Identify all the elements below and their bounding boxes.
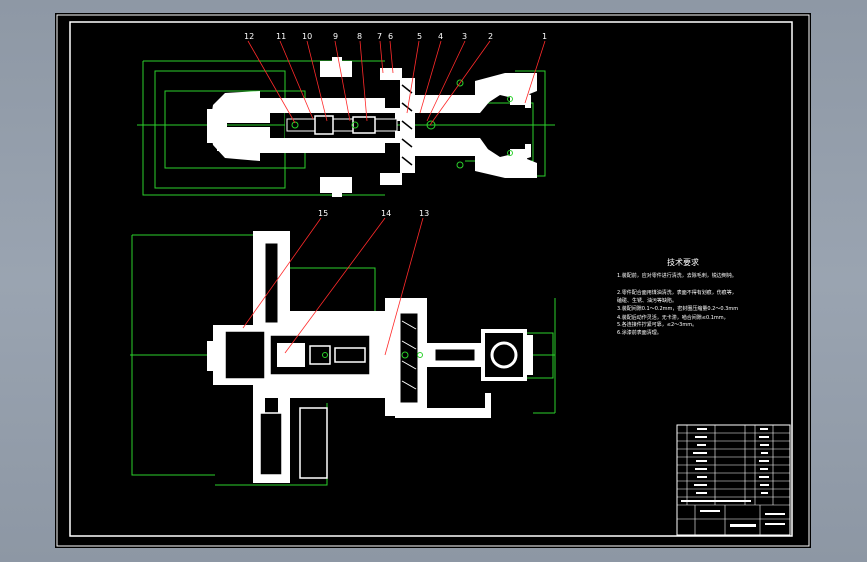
tech-req-line-1: 1.装配前，应对零件进行清洗，去除毛刺，锐边倒钝。 <box>617 272 737 279</box>
cad-drawing: 12 11 10 9 8 7 6 5 4 3 2 1 15 14 13 技术要求… <box>56 14 810 547</box>
tech-req-line-3: 磕碰、生锈、油污等缺陷。 <box>617 297 677 304</box>
tech-req-line-5: 4.装配后动作灵活，无卡滞，啮合间隙≤0.1mm， <box>617 314 729 321</box>
drawing-sheet: 12 11 10 9 8 7 6 5 4 3 2 1 15 14 13 技术要求… <box>55 13 811 548</box>
bottom-assembly-view <box>130 217 556 486</box>
callout-8: 8 <box>357 32 362 41</box>
tech-req-title: 技术要求 <box>667 257 699 267</box>
title-block <box>676 424 791 536</box>
technical-requirements: 技术要求 1.装配前，应对零件进行清洗，去除毛刺，锐边倒钝。 2.零件配合面用煤… <box>617 257 738 336</box>
callout-12: 12 <box>244 32 254 41</box>
callout-11: 11 <box>276 32 286 41</box>
callout-13: 13 <box>419 209 429 218</box>
tech-req-line-6: 5.各连接件拧紧可靠，≤2～3mm。 <box>617 321 697 328</box>
callout-2: 2 <box>488 32 493 41</box>
callout-7: 7 <box>377 32 382 41</box>
callout-1: 1 <box>542 32 547 41</box>
callout-5: 5 <box>417 32 422 41</box>
callout-15: 15 <box>318 209 328 218</box>
callout-14: 14 <box>381 209 391 218</box>
callout-4: 4 <box>438 32 443 41</box>
callout-3: 3 <box>462 32 467 41</box>
callouts-top: 12 11 10 9 8 7 6 5 4 3 2 1 <box>244 32 547 41</box>
tech-req-line-7: 6.涂漆前表面清理。 <box>617 329 662 336</box>
tech-req-line-4: 3.装配间隙0.1～0.2mm，密封圈压缩量0.2～0.3mm <box>617 305 738 312</box>
callouts-bottom: 15 14 13 <box>318 209 429 218</box>
callout-6: 6 <box>388 32 393 41</box>
callout-9: 9 <box>333 32 338 41</box>
callout-10: 10 <box>302 32 312 41</box>
tech-req-line-2: 2.零件配合面用煤油清洗，表面不得有划痕，伤痕等， <box>617 289 737 296</box>
top-assembly-view <box>137 40 555 197</box>
